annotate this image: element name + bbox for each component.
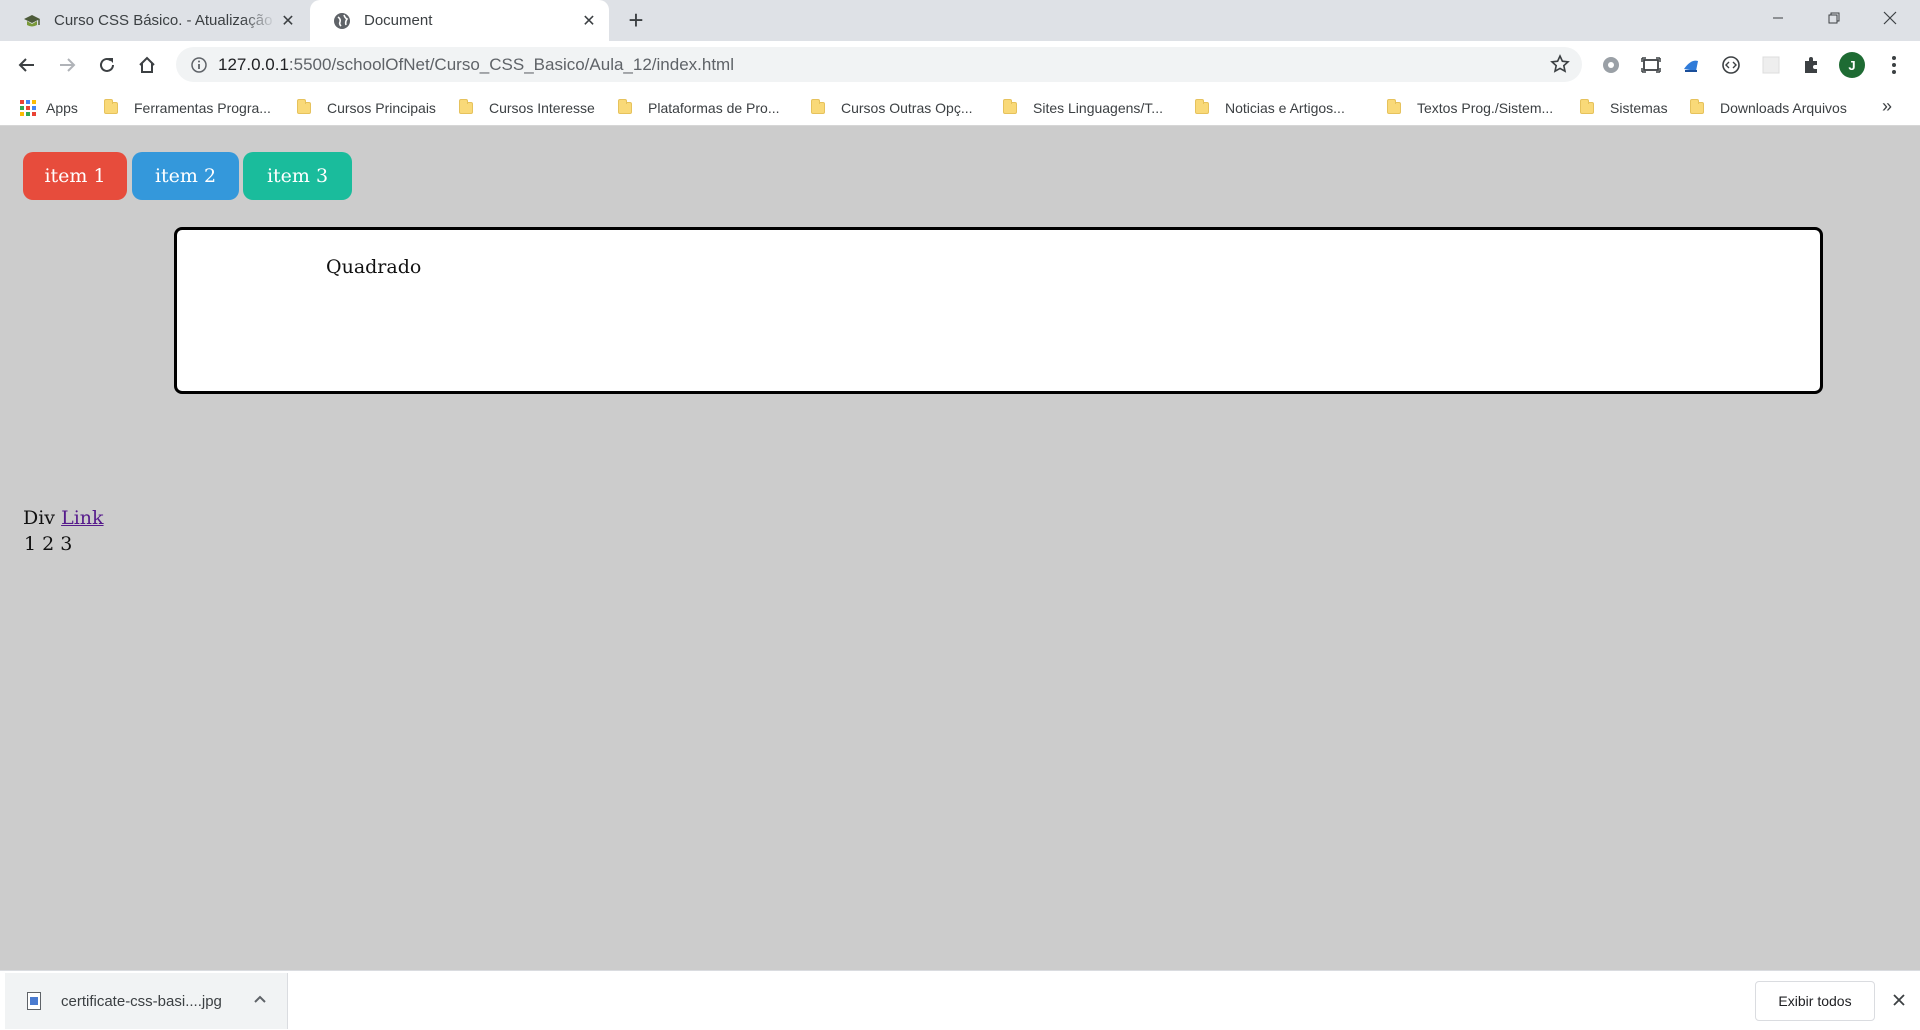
bookmark-label: Apps: [46, 100, 78, 116]
page-viewport: item 1 item 2 item 3 Quadrado Div Link 1…: [0, 127, 1920, 970]
code-extension-icon[interactable]: [1719, 53, 1743, 77]
forward-icon[interactable]: [52, 50, 82, 80]
bookmark-label: Cursos Principais: [327, 100, 436, 116]
reload-icon[interactable]: [92, 50, 122, 80]
bookmark-folder[interactable]: Sistemas: [1580, 97, 1668, 119]
folder-icon: [1690, 99, 1704, 114]
star-icon[interactable]: [1550, 54, 1570, 74]
bookmark-label: Noticias e Artigos...: [1225, 100, 1345, 116]
puzzle-icon[interactable]: [1799, 53, 1823, 77]
bookmark-folder[interactable]: Cursos Principais: [297, 97, 436, 119]
tab-title: Document: [364, 12, 433, 29]
folder-icon: [1003, 99, 1017, 114]
bookmark-label: Sites Linguagens/T...: [1033, 100, 1163, 116]
address-bar[interactable]: 127.0.0.1:5500/schoolOfNet/Curso_CSS_Bas…: [176, 47, 1582, 82]
folder-icon: [618, 99, 632, 114]
chevron-up-icon[interactable]: [251, 991, 269, 1009]
folder-icon: [1580, 99, 1594, 114]
menu-item-1[interactable]: item 1: [23, 152, 127, 200]
bookmark-label: Ferramentas Progra...: [134, 100, 271, 116]
tab-title: Curso CSS Básico. - Atualização 2: [54, 12, 276, 29]
bookmark-folder[interactable]: Cursos Outras Opç...: [811, 97, 972, 119]
bookmarks-overflow-button[interactable]: »: [1882, 96, 1892, 117]
close-icon[interactable]: ✕: [577, 9, 601, 33]
browser-toolbar: 127.0.0.1:5500/schoolOfNet/Curso_CSS_Bas…: [0, 41, 1920, 88]
tab-document[interactable]: Document ✕: [310, 0, 609, 41]
settings-extension-icon[interactable]: [1599, 53, 1623, 77]
bookmark-label: Textos Prog./Sistem...: [1417, 100, 1554, 116]
avatar[interactable]: J: [1839, 52, 1865, 78]
download-file-name: certificate-css-basi....jpg: [61, 992, 222, 1010]
tab-curso-css[interactable]: Curso CSS Básico. - Atualização 2 ✕: [0, 0, 308, 41]
screen-capture-icon[interactable]: [1639, 53, 1663, 77]
menu-item-3[interactable]: item 3: [243, 152, 352, 200]
url-host: 127.0.0.1: [218, 54, 289, 74]
download-bar: certificate-css-basi....jpg Exibir todos: [0, 970, 1920, 1030]
more-menu-icon[interactable]: [1882, 53, 1906, 77]
folder-icon: [297, 99, 311, 114]
back-icon[interactable]: [12, 50, 42, 80]
close-icon[interactable]: [1888, 989, 1910, 1011]
blank-extension-icon[interactable]: [1759, 53, 1783, 77]
page-link[interactable]: Link: [61, 507, 103, 529]
folder-icon: [459, 99, 473, 114]
home-icon[interactable]: [132, 50, 162, 80]
download-item[interactable]: certificate-css-basi....jpg: [5, 973, 288, 1029]
bookmark-folder[interactable]: Cursos Interesse: [459, 97, 595, 119]
minimize-icon[interactable]: [1750, 0, 1806, 36]
url-path: :5500/schoolOfNet/Curso_CSS_Basico/Aula_…: [288, 54, 734, 74]
show-all-button[interactable]: Exibir todos: [1755, 981, 1875, 1021]
quadrado-box: Quadrado: [174, 227, 1823, 394]
div-text: Div: [23, 507, 56, 529]
bookmark-label: Plataformas de Pro...: [648, 100, 780, 116]
folder-icon: [104, 99, 118, 114]
bookmark-label: Cursos Outras Opç...: [841, 100, 973, 116]
bookmark-folder[interactable]: Downloads Arquivos: [1690, 97, 1847, 119]
quadrado-text: Quadrado: [326, 256, 422, 278]
image-file-icon: [27, 992, 41, 1010]
bookmark-folder[interactable]: Ferramentas Progra...: [104, 97, 271, 119]
info-icon[interactable]: [190, 56, 208, 74]
bookmark-folder[interactable]: Sites Linguagens/T...: [1003, 97, 1163, 119]
folder-icon: [1195, 99, 1209, 114]
new-tab-button[interactable]: +: [622, 7, 650, 35]
menu-item-2[interactable]: item 2: [132, 152, 239, 200]
close-icon[interactable]: ✕: [276, 9, 300, 33]
bookmark-label: Sistemas: [1610, 100, 1668, 116]
bookmark-apps[interactable]: Apps: [20, 97, 78, 119]
bookmark-label: Cursos Interesse: [489, 100, 595, 116]
url-text[interactable]: 127.0.0.1:5500/schoolOfNet/Curso_CSS_Bas…: [218, 55, 734, 75]
bookmark-folder[interactable]: Plataformas de Pro...: [618, 97, 780, 119]
div-line: Div Link: [23, 507, 104, 529]
bookmark-label: Downloads Arquivos: [1720, 100, 1847, 116]
graduation-cap-icon: [22, 11, 42, 31]
numbers-text: 1 2 3: [24, 533, 73, 555]
apps-grid-icon: [20, 100, 36, 116]
window-close-icon[interactable]: [1862, 0, 1918, 36]
globe-icon: [332, 11, 352, 31]
bookmark-folder[interactable]: Textos Prog./Sistem...: [1387, 97, 1553, 119]
tab-strip: Curso CSS Básico. - Atualização 2 ✕ Docu…: [0, 0, 1920, 41]
translate-extension-icon[interactable]: [1679, 53, 1703, 77]
restore-icon[interactable]: [1806, 0, 1862, 36]
folder-icon: [1387, 99, 1401, 114]
bookmarks-bar: Apps Ferramentas Progra... Cursos Princi…: [0, 88, 1920, 126]
bookmark-folder[interactable]: Noticias e Artigos...: [1195, 97, 1345, 119]
folder-icon: [811, 99, 825, 114]
